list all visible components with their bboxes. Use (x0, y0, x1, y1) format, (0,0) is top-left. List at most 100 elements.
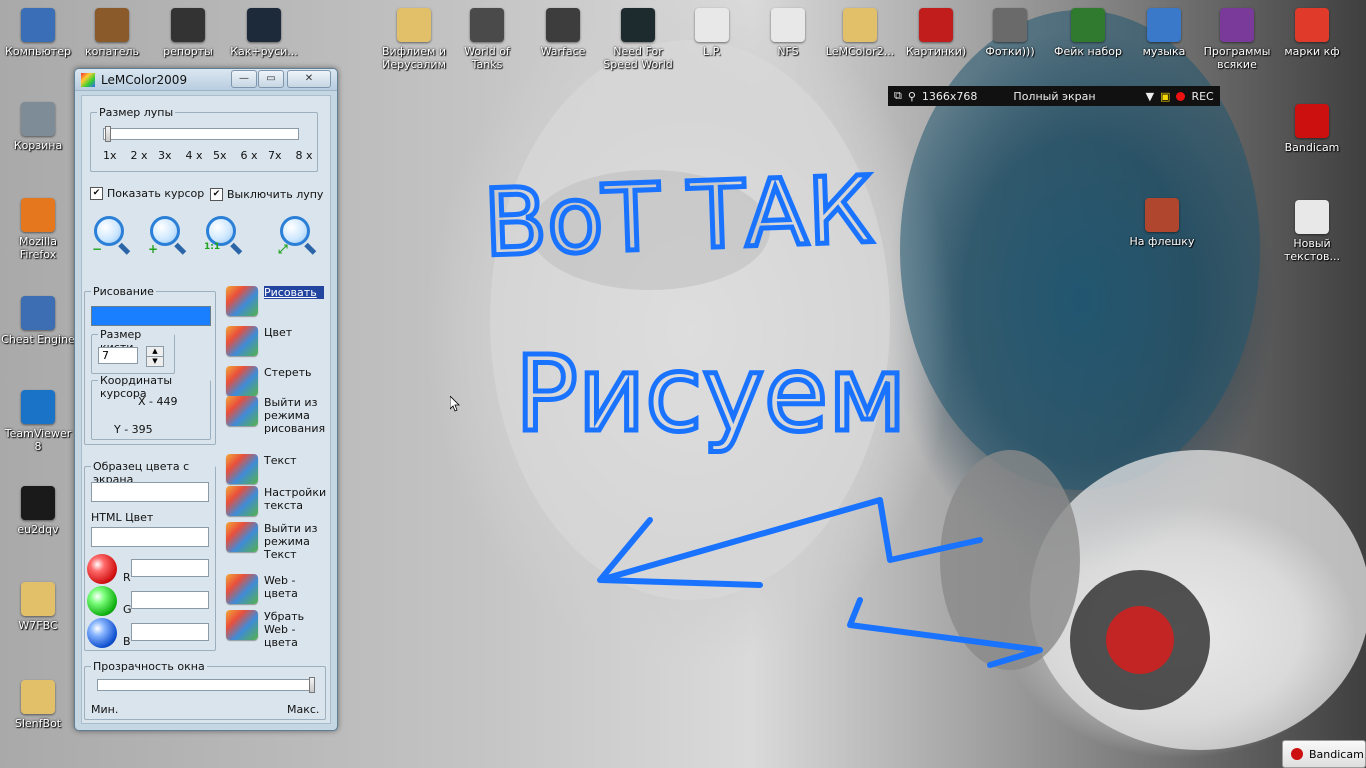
desktop-icon-10[interactable]: LeMColor2... (822, 8, 898, 58)
color-action[interactable]: Цвет (226, 326, 324, 356)
desktop-icon-18[interactable]: Mozilla Firefox (0, 198, 76, 261)
desktop-icon-2[interactable]: репорты (150, 8, 226, 58)
close-button[interactable]: ✕ (287, 70, 331, 88)
camera-icon[interactable]: ▣ (1160, 90, 1170, 103)
stamp-icon[interactable] (1295, 8, 1329, 42)
cheat-engine-icon[interactable] (21, 296, 55, 330)
desktop-icon-14[interactable]: музыка (1126, 8, 1202, 58)
music-icon[interactable] (1147, 8, 1181, 42)
desktop-icon-22[interactable]: W7FBC (0, 582, 76, 632)
folder-icon[interactable] (21, 680, 55, 714)
desktop-icon-20[interactable]: TeamViewer 8 (0, 390, 76, 453)
document-icon[interactable] (1295, 200, 1329, 234)
color-icon[interactable] (226, 326, 258, 356)
recycle-bin-icon[interactable] (21, 102, 55, 136)
warface-icon[interactable] (546, 8, 580, 42)
desktop-icon-0[interactable]: Компьютер (0, 8, 76, 58)
flash-icon[interactable] (1145, 198, 1179, 232)
desktop-icon-11[interactable]: Картинки) (898, 8, 974, 58)
magnifier-plus-icon[interactable]: + (148, 214, 188, 258)
opacity-thumb[interactable] (309, 677, 315, 693)
document-icon[interactable] (771, 8, 805, 42)
desktop-icon-3[interactable]: Как+руси... (226, 8, 302, 58)
desktop-icon-6[interactable]: Warface (525, 8, 601, 58)
folder-icon[interactable] (21, 582, 55, 616)
bandicam-icon[interactable] (1295, 104, 1329, 138)
erase-action[interactable]: Стереть (226, 366, 324, 396)
exit-draw-action[interactable]: Выйти из режима рисования (226, 396, 325, 435)
exit-draw-icon[interactable] (226, 396, 258, 426)
exit-text-icon[interactable] (226, 522, 258, 552)
desktop-icon-8[interactable]: L.P. (674, 8, 750, 58)
brush-size-down-button[interactable]: ▼ (146, 356, 164, 367)
html-color-field[interactable] (91, 527, 209, 547)
taskbar-bandicam-button[interactable]: Bandicam (1282, 740, 1366, 768)
document-icon[interactable] (695, 8, 729, 42)
rec-button[interactable]: REC (1191, 90, 1213, 103)
drawing-color-swatch[interactable] (91, 306, 211, 326)
draw-icon[interactable] (226, 286, 258, 316)
desktop-icon-16[interactable]: марки кф (1274, 8, 1350, 58)
desktop-icon-4[interactable]: Вифлием и Иерусалим (376, 8, 452, 71)
checkmark-icon[interactable]: ✔ (210, 188, 223, 201)
text-settings-icon[interactable] (226, 486, 258, 516)
desktop-icon-5[interactable]: World of Tanks (449, 8, 525, 71)
loupe-size-thumb[interactable] (105, 126, 111, 142)
folder-icon[interactable] (397, 8, 431, 42)
desktop-icon-25[interactable]: На флешку (1124, 198, 1200, 248)
archive-icon[interactable] (1220, 8, 1254, 42)
draw-action[interactable]: Рисовать (226, 286, 324, 316)
computer-icon[interactable] (21, 8, 55, 42)
fake-icon[interactable] (1071, 8, 1105, 42)
desktop-icon-7[interactable]: Need For Speed World (600, 8, 676, 71)
folder-icon[interactable] (843, 8, 877, 42)
remove-web-colors-icon[interactable] (226, 610, 258, 640)
desktop-icon-13[interactable]: Фейк набор (1050, 8, 1126, 58)
disable-loupe-checkbox[interactable]: ✔ Выключить лупу (210, 188, 323, 201)
minimize-button[interactable]: — (231, 70, 257, 88)
desktop-icon-15[interactable]: Программы всякие (1199, 8, 1275, 71)
desktop-icon-9[interactable]: NFS (750, 8, 826, 58)
firefox-icon[interactable] (21, 198, 55, 232)
mode-select[interactable]: Полный экран (1013, 90, 1095, 103)
search-icon[interactable]: ⚲ (908, 90, 916, 103)
teamviewer-icon[interactable] (21, 390, 55, 424)
desktop-icon-24[interactable]: Bandicam (1274, 104, 1350, 154)
brush-size-input[interactable]: 7 (98, 347, 138, 364)
show-cursor-checkbox[interactable]: ✔ Показать курсор (90, 187, 204, 200)
dice-icon[interactable] (919, 8, 953, 42)
phone-icon[interactable] (21, 486, 55, 520)
maximize-button[interactable]: ▭ (258, 70, 284, 88)
video-icon[interactable] (247, 8, 281, 42)
text-action[interactable]: Текст (226, 454, 324, 484)
magnifier-icon[interactable]: − (92, 214, 132, 258)
desktop-icon-17[interactable]: Корзина (0, 102, 76, 152)
film-icon[interactable] (171, 8, 205, 42)
magnifier-one-to-one-icon[interactable]: 1:1 (204, 214, 244, 258)
desktop-icon-26[interactable]: Новый текстов... (1274, 200, 1350, 263)
nfs-icon[interactable] (621, 8, 655, 42)
magnifier-fit-icon[interactable]: ⤢ (278, 214, 318, 258)
exit-text-action[interactable]: Выйти из режима Текст (226, 522, 324, 561)
desktop-icon-12[interactable]: Фотки))) (972, 8, 1048, 58)
desktop-icon-23[interactable]: SlenfBot (0, 680, 76, 730)
chevron-down-icon[interactable]: ▼ (1146, 90, 1154, 103)
text-icon[interactable] (226, 454, 258, 484)
desktop-icon-21[interactable]: eu2dqv (0, 486, 76, 536)
desktop-icon-1[interactable]: копатель (74, 8, 150, 58)
wot-icon[interactable] (470, 8, 504, 42)
opacity-slider[interactable] (97, 679, 315, 691)
text-settings-action[interactable]: Настройки текста (226, 486, 326, 516)
remove-web-colors-action[interactable]: Убрать Web - цвета (226, 610, 324, 649)
bandicam-toolbar[interactable]: ⧉ ⚲ 1366x768 Полный экран ▼ ▣ REC (888, 86, 1220, 106)
web-colors-action[interactable]: Web - цвета (226, 574, 324, 604)
erase-icon[interactable] (226, 366, 258, 396)
web-colors-icon[interactable] (226, 574, 258, 604)
camera-icon[interactable] (993, 8, 1027, 42)
loupe-size-slider[interactable] (103, 128, 299, 140)
copatel-icon[interactable] (95, 8, 129, 42)
desktop-icon-19[interactable]: Cheat Engine (0, 296, 76, 346)
checkmark-icon[interactable]: ✔ (90, 187, 103, 200)
window-titlebar[interactable]: LeMColor2009 — ▭ ✕ (75, 69, 337, 91)
resize-icon[interactable]: ⧉ (894, 89, 902, 103)
